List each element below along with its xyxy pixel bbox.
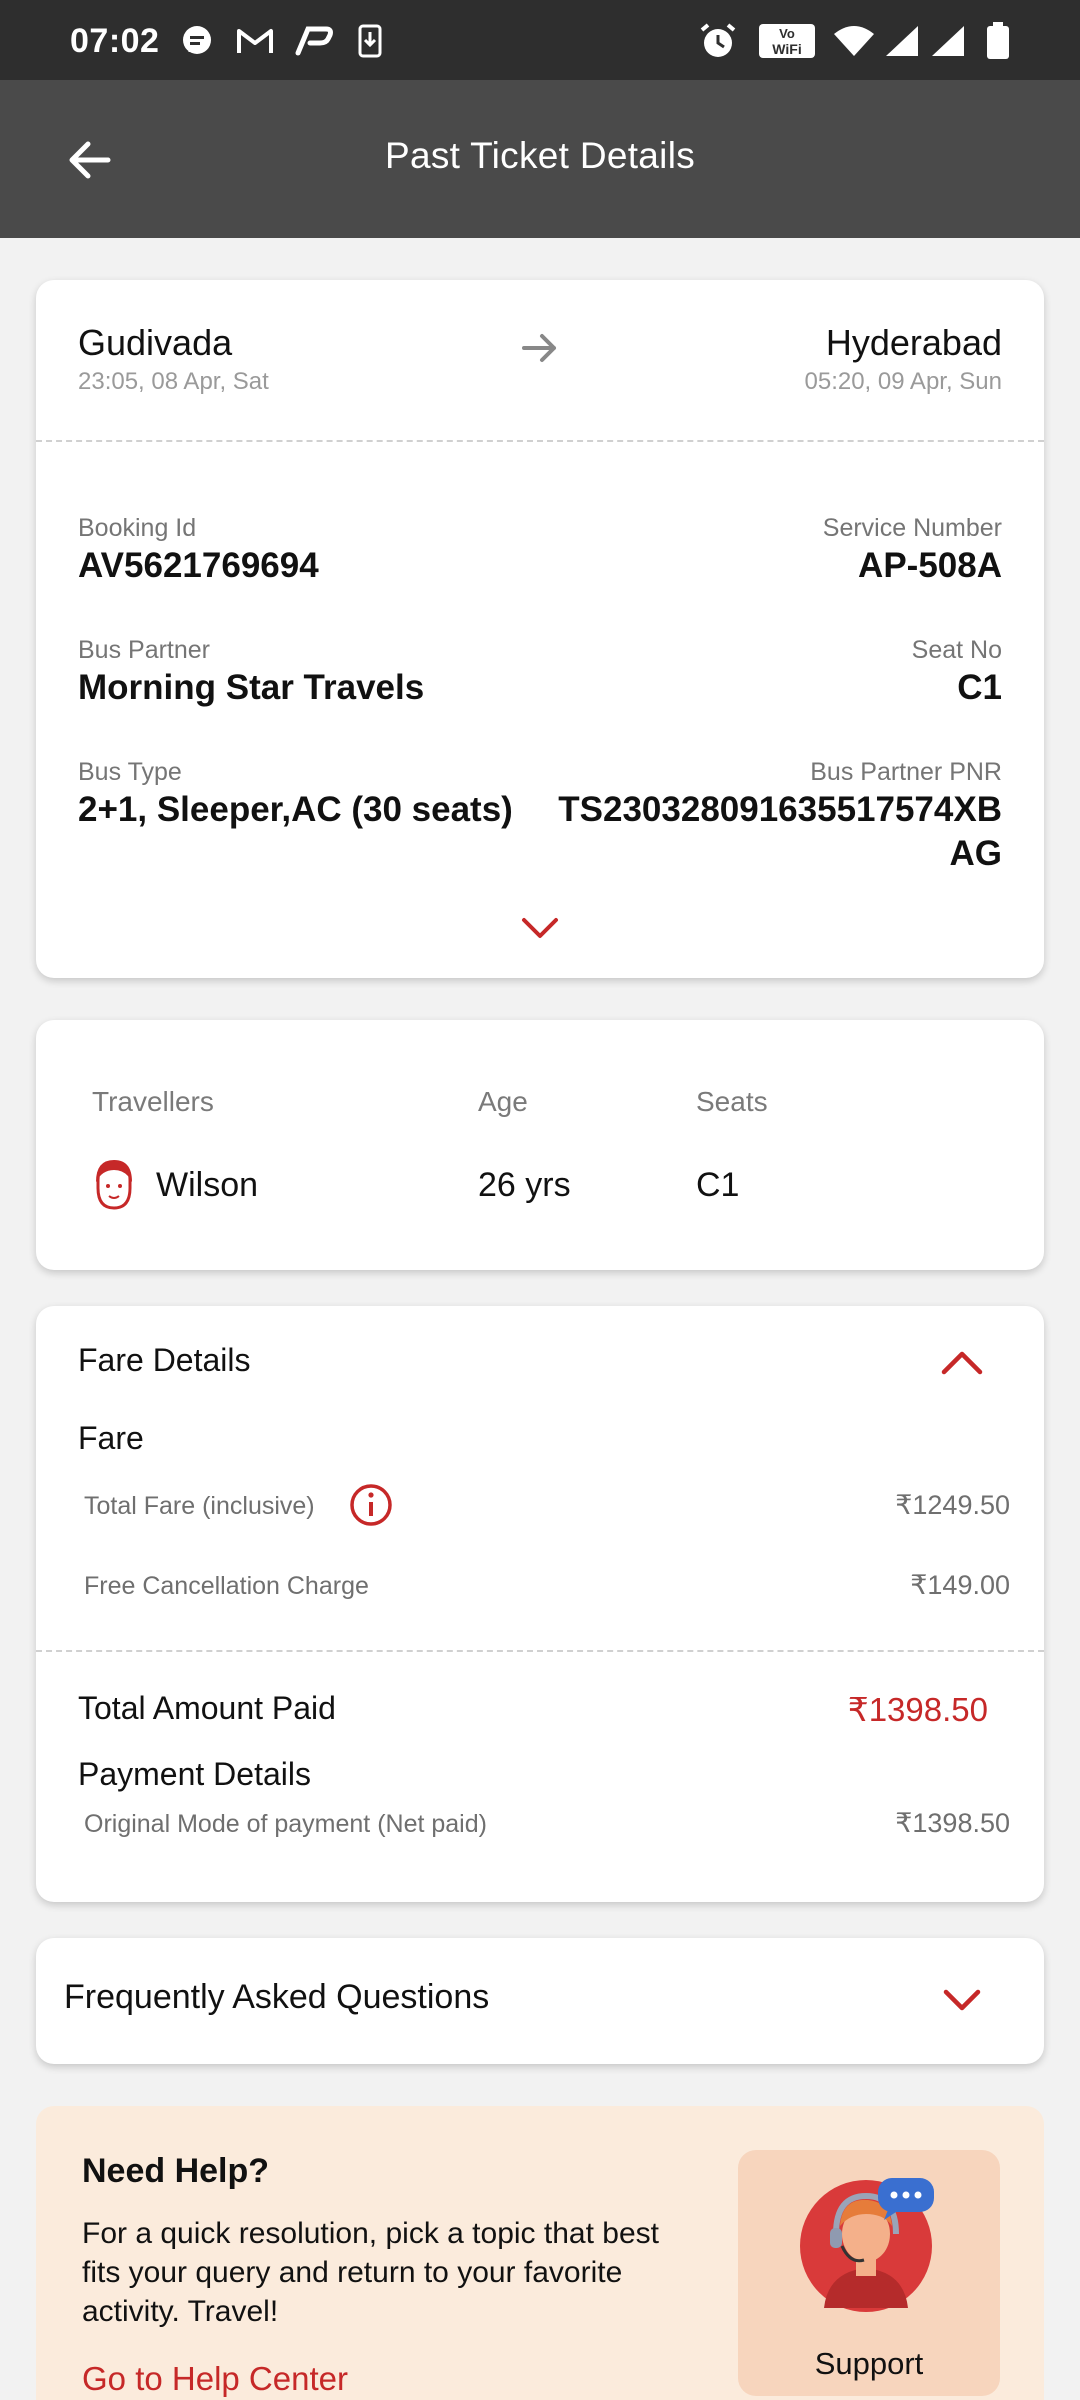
traveller-age: 26 yrs	[478, 1166, 571, 1204]
pnr-line-1: TS230328091635517574XB	[558, 790, 1002, 829]
total-amount-paid: ₹1398.50	[847, 1691, 988, 1728]
traveller-name: Wilson	[156, 1166, 259, 1204]
alarm-icon	[698, 23, 738, 58]
male-avatar-icon	[92, 1158, 136, 1217]
signal-icon-2	[930, 24, 966, 58]
age-header: Age	[478, 1086, 528, 1117]
traveller-seat: C1	[696, 1166, 740, 1204]
service-number: AP-508A	[858, 546, 1002, 585]
pnr-label: Bus Partner PNR	[810, 758, 1002, 786]
help-text: For a quick resolution, pick a topic tha…	[82, 2217, 659, 2328]
seat-no-label: Seat No	[911, 636, 1002, 664]
travellers-header: Travellers	[92, 1086, 214, 1117]
chevron-down-icon	[942, 1988, 982, 2019]
signal-icon	[884, 24, 920, 58]
total-fare-label: Total Fare (inclusive)	[84, 1492, 315, 1520]
need-help-card: Need Help? For a quick resolution, pick …	[36, 2106, 1044, 2400]
faq-title: Frequently Asked Questions	[64, 1978, 490, 2016]
from-city: Gudivada	[78, 322, 233, 363]
wifi-icon	[832, 24, 876, 58]
message-icon	[180, 24, 214, 58]
booking-id: AV5621769694	[78, 546, 319, 585]
total-fare-amount: ₹1249.50	[895, 1490, 1010, 1520]
arrow-right-icon	[520, 330, 560, 371]
pnr-line-2: AG	[949, 834, 1003, 873]
booking-id-label: Booking Id	[78, 514, 197, 542]
payment-mode-label: Original Mode of payment (Net paid)	[84, 1810, 487, 1838]
svg-text:WiFi: WiFi	[772, 41, 801, 57]
battery-icon	[986, 22, 1010, 59]
help-center-link[interactable]: Go to Help Center	[82, 2360, 348, 2398]
dashed-divider	[36, 440, 1044, 442]
cancellation-charge-label: Free Cancellation Charge	[84, 1572, 369, 1600]
total-amount-paid-label: Total Amount Paid	[78, 1690, 336, 1726]
page-title: Past Ticket Details	[384, 135, 696, 176]
bus-type-label: Bus Type	[78, 758, 182, 786]
faq-card[interactable]: Frequently Asked Questions	[36, 1938, 1044, 2064]
support-label: Support	[814, 2346, 924, 2381]
vowifi-icon: Vo WiFi	[758, 24, 816, 58]
fare-subheading: Fare	[78, 1420, 144, 1456]
gmail-icon	[236, 24, 274, 58]
collapse-chevron-up-icon[interactable]	[940, 1348, 984, 1381]
payment-amount: ₹1398.50	[895, 1808, 1010, 1838]
payment-details-heading: Payment Details	[78, 1756, 311, 1792]
service-number-label: Service Number	[822, 514, 1002, 542]
bus-partner-label: Bus Partner	[78, 636, 211, 664]
help-title: Need Help?	[82, 2152, 270, 2190]
dashed-divider	[36, 1650, 1044, 1652]
support-agent-icon	[798, 2168, 948, 2323]
ticket-summary-card: Gudivada 23:05, 08 Apr, Sat Hyderabad 05…	[36, 280, 1044, 978]
bus-type: 2+1, Sleeper,AC (30 seats)	[78, 790, 513, 829]
status-time: 07:02	[70, 22, 160, 60]
to-time: 05:20, 09 Apr, Sun	[804, 368, 1003, 395]
expand-chevron-down-icon[interactable]	[520, 916, 560, 947]
status-bar: 07:02 Vo WiFi	[0, 0, 1080, 80]
fare-details-card: Fare Details Fare Total Fare (inclusive)…	[36, 1306, 1044, 1902]
support-button[interactable]: Support	[738, 2150, 1000, 2396]
info-icon[interactable]	[348, 1482, 394, 1533]
svg-text:Vo: Vo	[779, 26, 795, 41]
download-icon	[356, 24, 384, 58]
bus-partner: Morning Star Travels	[78, 668, 425, 707]
from-time: 23:05, 08 Apr, Sat	[78, 368, 269, 395]
seats-header: Seats	[696, 1086, 768, 1117]
fare-details-heading: Fare Details	[78, 1342, 251, 1378]
cancellation-charge-amount: ₹149.00	[910, 1570, 1010, 1600]
travellers-card: Travellers Age Seats Wilson 26 yrs C1	[36, 1020, 1044, 1270]
app-bar: Past Ticket Details	[0, 80, 1080, 238]
to-city: Hyderabad	[825, 322, 1002, 363]
payments-icon	[294, 24, 334, 58]
seat-no: C1	[957, 668, 1002, 707]
